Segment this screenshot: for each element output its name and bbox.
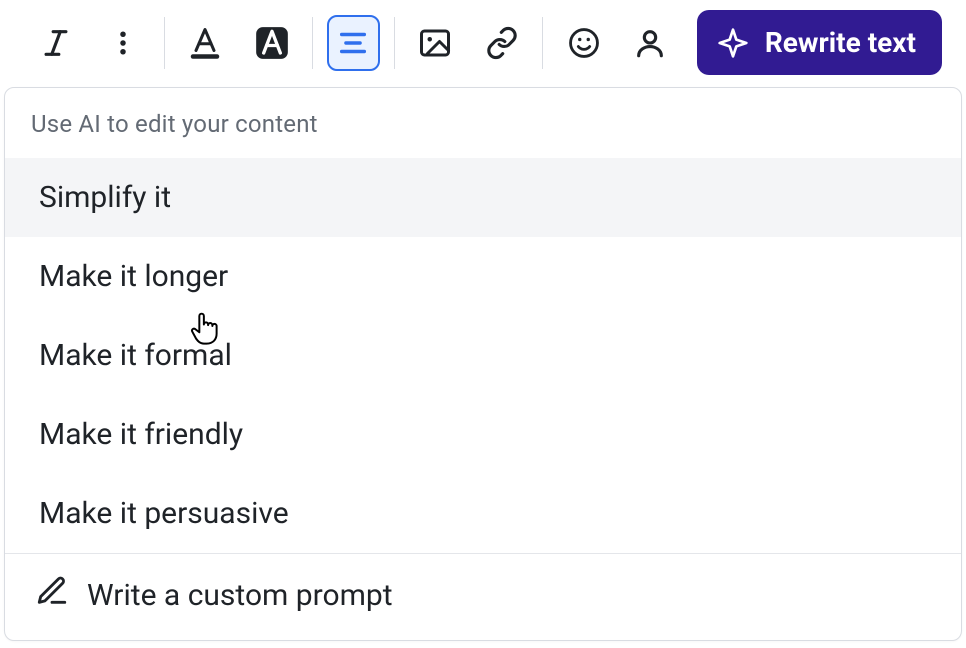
insert-link-button[interactable] <box>476 15 529 71</box>
option-make-formal[interactable]: Make it formal <box>5 316 961 395</box>
option-label: Make it formal <box>39 338 232 373</box>
image-icon <box>417 25 453 61</box>
sparkle-icon <box>717 27 749 59</box>
option-label: Make it friendly <box>39 417 243 452</box>
highlight-button[interactable] <box>245 15 298 71</box>
option-label: Make it persuasive <box>39 496 289 531</box>
dropdown-list: Simplify it Make it longer Make it forma… <box>5 158 961 553</box>
rewrite-text-button[interactable]: Rewrite text <box>697 10 942 75</box>
insert-mention-button[interactable] <box>624 15 677 71</box>
insert-image-button[interactable] <box>409 15 462 71</box>
ai-rewrite-dropdown: Use AI to edit your content Simplify it … <box>4 87 962 641</box>
text-color-button[interactable] <box>178 15 231 71</box>
italic-icon <box>39 26 73 60</box>
link-icon <box>485 26 519 60</box>
option-make-persuasive[interactable]: Make it persuasive <box>5 474 961 553</box>
option-make-longer[interactable]: Make it longer <box>5 237 961 316</box>
text-color-icon <box>187 25 223 61</box>
toolbar-divider <box>312 17 313 69</box>
dropdown-header: Use AI to edit your content <box>5 88 961 158</box>
kebab-icon <box>108 28 138 58</box>
toolbar-divider <box>542 17 543 69</box>
option-make-friendly[interactable]: Make it friendly <box>5 395 961 474</box>
align-center-icon <box>336 26 370 60</box>
toolbar: Rewrite text <box>0 0 966 87</box>
option-simplify[interactable]: Simplify it <box>5 158 961 237</box>
smiley-icon <box>567 26 601 60</box>
more-options-button[interactable] <box>97 15 150 71</box>
italic-button[interactable] <box>30 15 83 71</box>
toolbar-divider <box>164 17 165 69</box>
custom-prompt-label: Write a custom prompt <box>87 578 393 613</box>
custom-prompt-option[interactable]: Write a custom prompt <box>5 553 961 640</box>
pencil-icon <box>35 574 69 616</box>
highlight-icon <box>252 23 292 63</box>
person-icon <box>633 26 667 60</box>
align-button[interactable] <box>327 15 380 71</box>
insert-emoji-button[interactable] <box>557 15 610 71</box>
option-label: Make it longer <box>39 259 228 294</box>
dropdown-stage: Use AI to edit your content Simplify it … <box>0 87 966 641</box>
toolbar-divider <box>394 17 395 69</box>
option-label: Simplify it <box>39 180 171 215</box>
rewrite-text-label: Rewrite text <box>765 26 916 59</box>
